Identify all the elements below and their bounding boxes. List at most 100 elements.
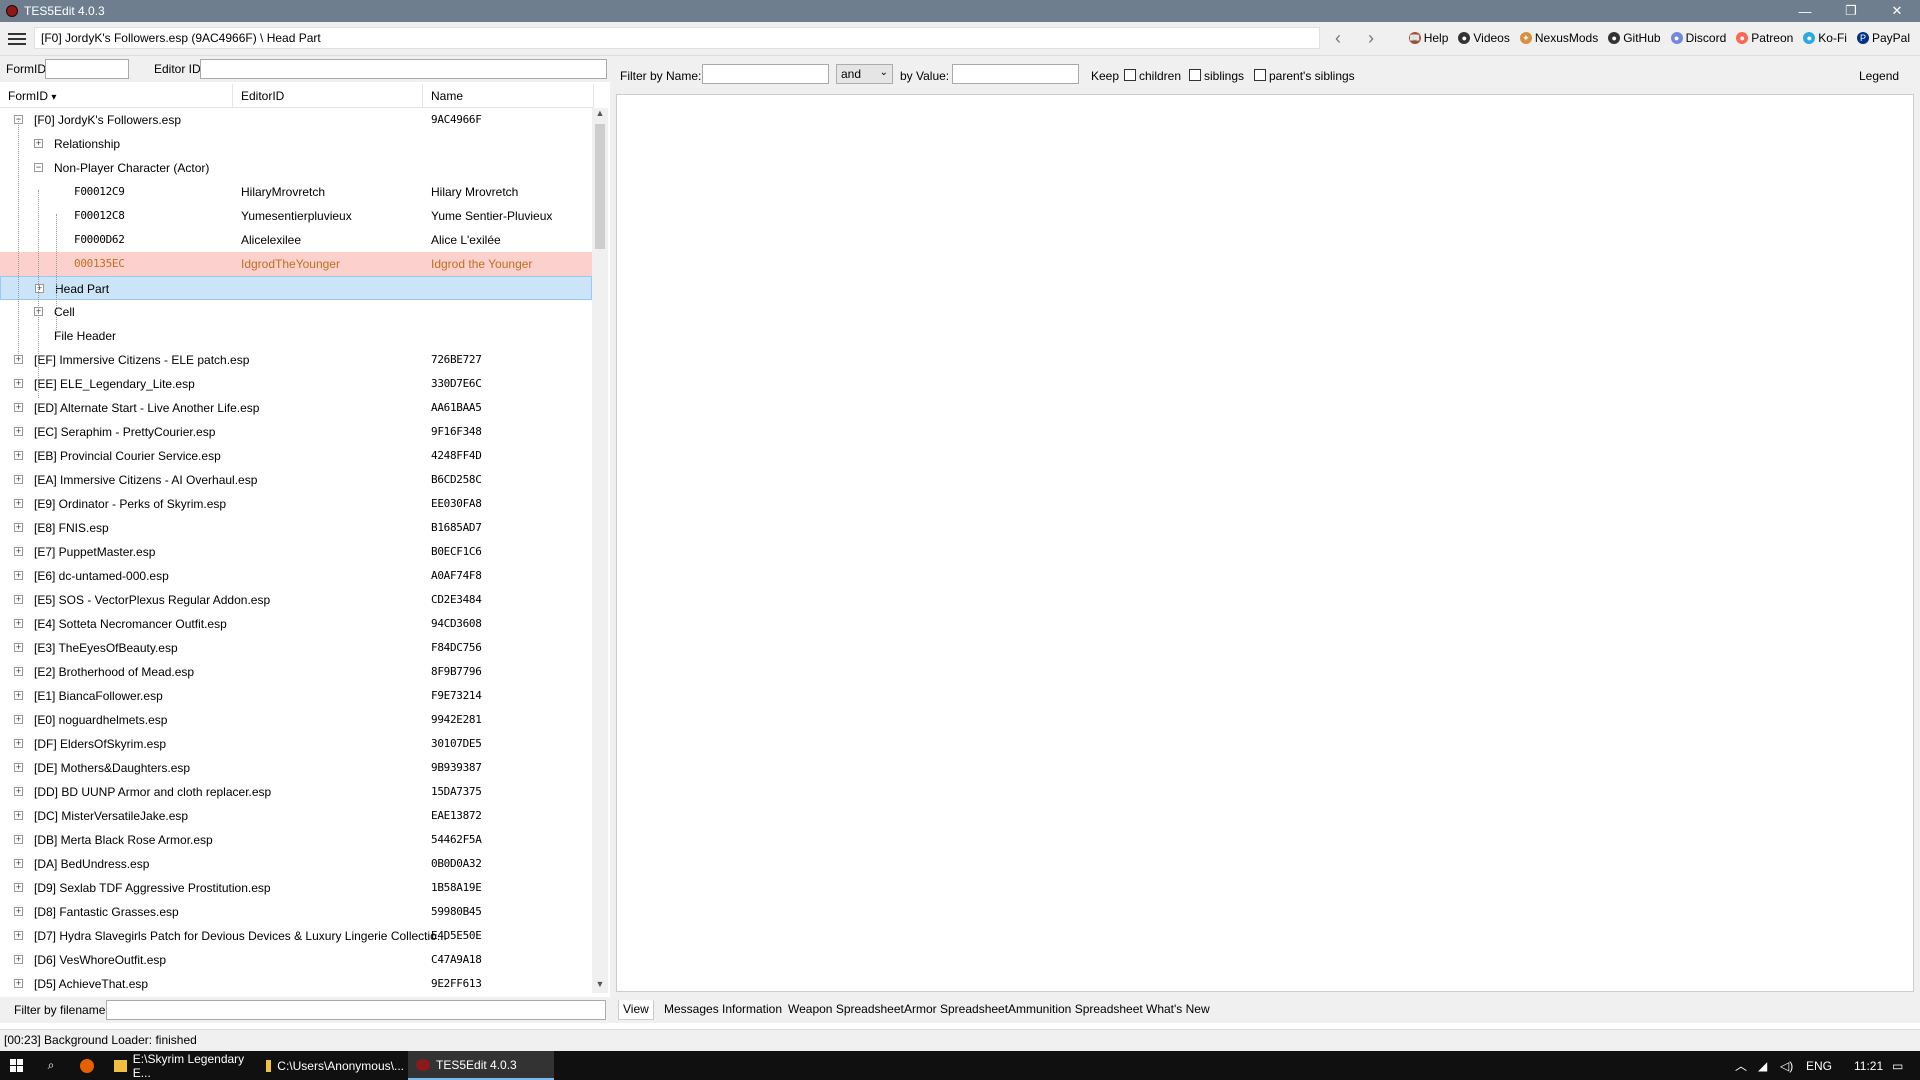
tab-view[interactable]: View (618, 1000, 654, 1020)
scroll-up-icon[interactable]: ▲ (592, 108, 608, 122)
tree-row[interactable]: + Head Part (0, 276, 592, 300)
minimize-button[interactable]: — (1782, 0, 1828, 22)
volume-icon[interactable]: ◁) (1780, 1051, 1793, 1080)
tray-chevron-icon[interactable]: ︿ (1735, 1051, 1747, 1080)
expand-icon[interactable]: + (14, 523, 23, 532)
tree-row[interactable]: + [DF] EldersOfSkyrim.esp 30107DE5 (0, 732, 592, 756)
tree-row[interactable]: File Header (0, 324, 592, 348)
expand-icon[interactable]: + (14, 715, 23, 724)
tree-row[interactable]: F00012C8 Yumesentierpluvieux Yume Sentier-… (0, 204, 592, 228)
tree-row[interactable]: + [DC] MisterVersatileJake.esp EAE13872 (0, 804, 592, 828)
expand-icon[interactable]: + (14, 643, 23, 652)
expand-icon[interactable]: + (14, 859, 23, 868)
tree-row[interactable]: + [D9] Sexlab TDF Aggressive Prostitution… (0, 876, 592, 900)
tree-row[interactable]: + [EF] Immersive Citizens - ELE patch.esp… (0, 348, 592, 372)
link-github[interactable]: ● GitHub (1608, 31, 1661, 45)
notifications-icon[interactable]: ▭ (1892, 1051, 1903, 1080)
tree-row[interactable]: + [E4] Sotteta Necromancer Outfit.esp 94CD… (0, 612, 592, 636)
link-paypal[interactable]: P PayPal (1856, 31, 1910, 45)
tree-row[interactable]: 000135EC IdgrodTheYounger Idgrod the Young… (0, 252, 592, 276)
expand-icon[interactable]: + (14, 379, 23, 388)
filter-value-input[interactable] (952, 64, 1079, 84)
close-button[interactable]: ✕ (1874, 0, 1920, 22)
menu-icon[interactable] (8, 33, 26, 45)
expand-icon[interactable]: + (14, 403, 23, 412)
scroll-thumb[interactable] (595, 124, 605, 249)
expand-icon[interactable]: + (14, 931, 23, 940)
tree-row[interactable]: + [D6] VesWhoreOutfit.esp C47A9A18 (0, 948, 592, 972)
keep-siblings-checkbox[interactable] (1189, 69, 1201, 81)
column-formid[interactable]: FormID ▾ (0, 84, 233, 108)
formid-input[interactable] (45, 59, 129, 79)
path-field[interactable]: [F0] JordyK's Followers.esp (9AC4966F) \… (34, 27, 1320, 49)
filter-operator-select[interactable]: and ⌄ (836, 64, 893, 84)
tree-row[interactable]: + [E3] TheEyesOfBeauty.esp F84DC756 (0, 636, 592, 660)
expand-icon[interactable]: + (14, 451, 23, 460)
clock[interactable]: 11:21 (1854, 1051, 1883, 1080)
tab-weapon-spreadsheet[interactable]: Weapon Spreadsheet (784, 1000, 908, 1020)
tree-row[interactable]: + [EC] Seraphim - PrettyCourier.esp 9F16F3… (0, 420, 592, 444)
expand-icon[interactable]: + (14, 571, 23, 580)
expand-icon[interactable]: + (14, 427, 23, 436)
tree-row[interactable]: + [DE] Mothers&Daughters.esp 9B939387 (0, 756, 592, 780)
tree-row[interactable]: + [EB] Provincial Courier Service.esp 4248… (0, 444, 592, 468)
expand-icon[interactable]: + (14, 475, 23, 484)
tree-row[interactable]: + [D8] Fantastic Grasses.esp 59980B45 (0, 900, 592, 924)
firefox-icon[interactable] (72, 1051, 102, 1080)
expand-icon[interactable]: + (34, 139, 43, 148)
tree-row[interactable]: + [DB] Merta Black Rose Armor.esp 54462F5A (0, 828, 592, 852)
tree-row[interactable]: + [D5] AchieveThat.esp 9E2FF613 (0, 972, 592, 993)
expand-icon[interactable]: + (14, 811, 23, 820)
filename-filter-input[interactable] (106, 1000, 606, 1020)
tree-row[interactable]: + [E7] PuppetMaster.esp B0ECF1C6 (0, 540, 592, 564)
tree-row[interactable]: + [ED] Alternate Start - Live Another Lif… (0, 396, 592, 420)
tree-row[interactable]: + [E9] Ordinator - Perks of Skyrim.esp EE0… (0, 492, 592, 516)
tab-messages[interactable]: Messages (660, 1000, 723, 1020)
expand-icon[interactable]: + (14, 979, 23, 988)
record-tree[interactable]: − [F0] JordyK's Followers.esp 9AC4966F + Rel… (0, 108, 592, 993)
tree-row[interactable]: + Cell (0, 300, 592, 324)
tree-row[interactable]: + [EE] ELE_Legendary_Lite.esp 330D7E6C (0, 372, 592, 396)
tree-row[interactable]: + [DA] BedUndress.esp 0B0D0A32 (0, 852, 592, 876)
tree-row[interactable]: + [EA] Immersive Citizens - AI Overhaul.e… (0, 468, 592, 492)
expand-icon[interactable]: + (14, 955, 23, 964)
tree-row[interactable]: + [D7] Hydra Slavegirls Patch for Devious… (0, 924, 592, 948)
tree-row[interactable]: + [E0] noguardhelmets.esp 9942E281 (0, 708, 592, 732)
tree-row[interactable]: + [E2] Brotherhood of Mead.esp 8F9B7796 (0, 660, 592, 684)
tree-row[interactable]: − [F0] JordyK's Followers.esp 9AC4966F (0, 108, 592, 132)
expand-icon[interactable]: + (14, 883, 23, 892)
taskbar-item[interactable]: C:\Users\Anonymous\... (258, 1051, 404, 1080)
tree-row[interactable]: + [E1] BiancaFollower.esp F9E73214 (0, 684, 592, 708)
tree-row[interactable]: + Relationship (0, 132, 592, 156)
back-arrow-icon[interactable]: ‹ (1335, 29, 1341, 47)
start-button[interactable] (0, 1051, 32, 1080)
expand-icon[interactable]: + (14, 691, 23, 700)
link-ko-fi[interactable]: ● Ko-Fi (1803, 31, 1847, 45)
tree-row[interactable]: − Non-Player Character (Actor) (0, 156, 592, 180)
expand-icon[interactable]: + (14, 547, 23, 556)
tree-row[interactable]: + [E6] dc-untamed-000.esp A0AF74F8 (0, 564, 592, 588)
scroll-down-icon[interactable]: ▼ (592, 979, 608, 993)
tree-row[interactable]: + [E8] FNIS.esp B1685AD7 (0, 516, 592, 540)
tree-scrollbar[interactable]: ▲ ▼ (592, 108, 608, 993)
expand-icon[interactable]: + (14, 595, 23, 604)
tab-what-s-new[interactable]: What's New (1142, 1000, 1214, 1020)
taskbar-item[interactable]: TES5Edit 4.0.3 (408, 1051, 554, 1080)
expand-icon[interactable]: + (14, 739, 23, 748)
tree-row[interactable]: F00012C9 HilaryMrovretch Hilary Mrovretch (0, 180, 592, 204)
collapse-icon[interactable]: − (34, 163, 43, 172)
expand-icon[interactable]: + (14, 355, 23, 364)
expand-icon[interactable]: + (35, 284, 44, 293)
legend-button[interactable]: Legend (1859, 69, 1899, 83)
link-nexusmods[interactable]: ✦ NexusMods (1519, 31, 1598, 45)
tree-row[interactable]: F0000D62 Alicelexilee Alice L'exilée (0, 228, 592, 252)
forward-arrow-icon[interactable]: › (1368, 29, 1374, 47)
column-editorid[interactable]: EditorID (233, 84, 423, 108)
column-name[interactable]: Name (423, 84, 594, 108)
taskbar-item[interactable]: E:\Skyrim Legendary E... (106, 1051, 254, 1080)
language-indicator[interactable]: ENG (1806, 1051, 1832, 1080)
filter-name-input[interactable] (702, 64, 829, 84)
network-icon[interactable]: ◢ (1758, 1051, 1767, 1080)
editorid-input[interactable] (200, 59, 607, 79)
link-videos[interactable]: ● Videos (1458, 31, 1510, 45)
